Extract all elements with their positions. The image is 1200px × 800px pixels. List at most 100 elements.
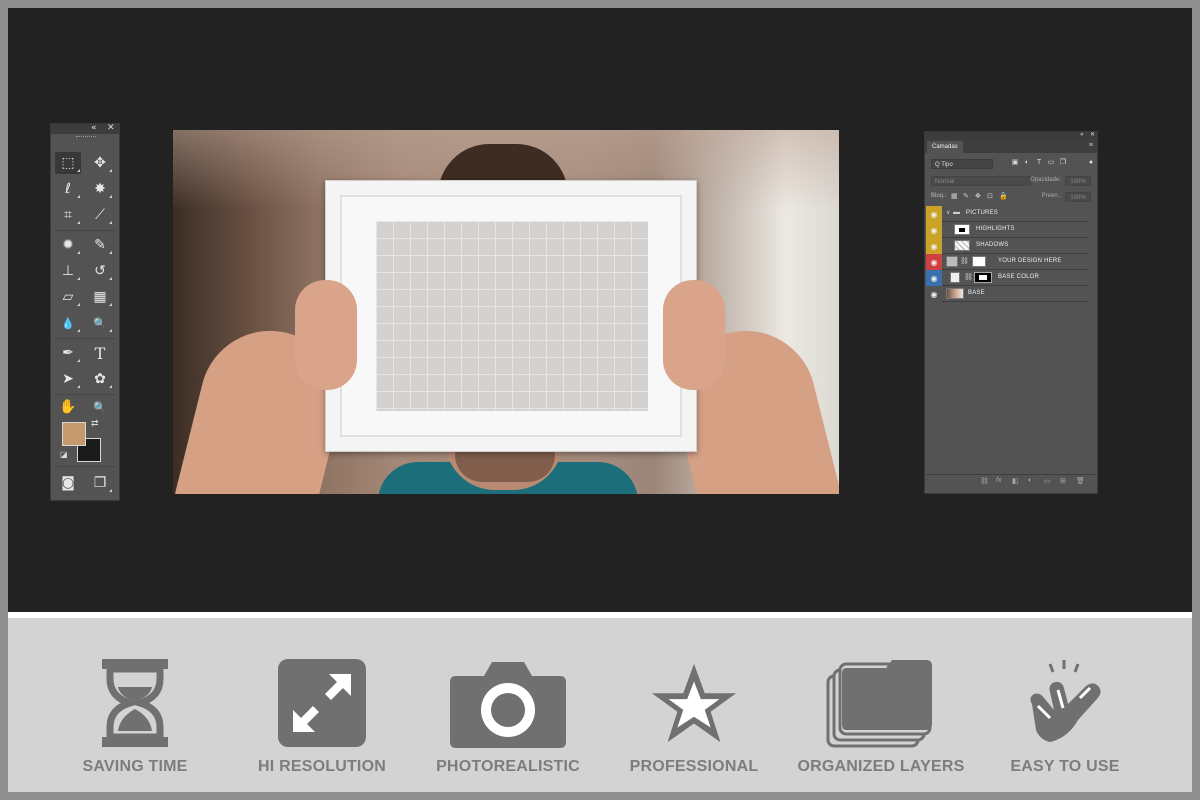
fill-input[interactable]: 100% [1065, 192, 1091, 202]
feature-label: PROFESSIONAL [629, 758, 759, 775]
feature-hi-resolution: HI RESOLUTION [237, 658, 407, 778]
close-icon[interactable]: ✕ [107, 123, 115, 133]
type-tool[interactable]: T [87, 342, 113, 364]
link-layers-icon[interactable]: ⛓ [980, 477, 989, 485]
foreground-color-swatch[interactable] [62, 422, 86, 446]
screen-mode-icon[interactable]: ❐ [87, 472, 113, 494]
tools-panel: « ✕ ⬚ ✥ ℓ ✸ ⌗ ⟋ ✹ ✎ ⊥ ↺ ▱ ▦ 💧 🔍 ✒ T ➤ ✿ … [50, 123, 120, 501]
layer-name: YOUR DESIGN HERE [998, 258, 1062, 264]
feature-label: ORGANIZED LAYERS [797, 758, 965, 775]
layer-row[interactable]: ◉ ⛓ YOUR DESIGN HERE [926, 254, 1088, 270]
history-brush-tool[interactable]: ↺ [87, 260, 113, 282]
layers-tab-bar: Camadas ≡ [925, 139, 1097, 153]
tap-hand-icon [1020, 658, 1110, 748]
features-strip: SAVING TIME HI RESOLUTION PHOTOREALISTIC [8, 618, 1192, 792]
move-tool[interactable]: ✥ [87, 152, 113, 174]
adjustment-filter-icon[interactable]: ◐ [1023, 159, 1031, 167]
feature-saving-time: SAVING TIME [50, 658, 220, 778]
lasso-tool[interactable]: ℓ [55, 178, 81, 200]
eraser-tool[interactable]: ▱ [55, 286, 81, 308]
layer-name: HIGHLIGHTS [976, 226, 1015, 232]
feature-label: EASY TO USE [1010, 758, 1120, 775]
collapse-icon[interactable]: « [1080, 131, 1084, 138]
swap-colors-icon[interactable]: ⇄ [91, 418, 99, 429]
dodge-tool[interactable]: 🔍 [87, 312, 113, 334]
photo-right-hand [663, 280, 725, 390]
layer-thumbnail [946, 288, 964, 299]
lock-artboard-icon[interactable]: ⊡ [987, 192, 993, 200]
tools-panel-header: « ✕ [51, 123, 119, 134]
blur-tool[interactable]: 💧 [55, 312, 81, 334]
kind-filter-select[interactable]: Q Tipo [931, 159, 993, 169]
panel-grip[interactable] [51, 134, 119, 140]
adjustment-layer-icon[interactable]: ◐ [1028, 477, 1032, 484]
spot-healing-tool[interactable]: ✹ [55, 234, 81, 256]
delete-layer-icon[interactable]: 🗑 [1076, 477, 1085, 485]
visibility-eye-icon[interactable]: ◉ [926, 254, 942, 270]
crop-tool[interactable]: ⌗ [55, 204, 81, 226]
feature-label: PHOTOREALISTIC [436, 758, 580, 775]
lock-transparent-icon[interactable]: ▦ [951, 192, 958, 200]
new-group-icon[interactable]: ▭ [1044, 477, 1051, 485]
quick-mask-icon[interactable]: ◙ [55, 472, 81, 494]
hourglass-icon [90, 658, 180, 748]
chevron-down-icon[interactable]: ∨ [946, 209, 950, 216]
hand-tool[interactable]: ✋ [55, 396, 81, 418]
path-selection-tool[interactable]: ➤ [55, 368, 81, 390]
visibility-eye-icon[interactable]: ◉ [926, 286, 942, 302]
blend-mode-select[interactable]: Normal [931, 176, 1031, 186]
shape-filter-icon[interactable]: ▭ [1047, 159, 1055, 167]
layer-row[interactable]: ◉ BASE [926, 286, 1088, 302]
visibility-eye-icon[interactable]: ◉ [926, 222, 942, 238]
smart-object-filter-icon[interactable]: ❐ [1059, 159, 1067, 167]
folder-icon: ▬ [953, 209, 960, 216]
layer-row[interactable]: ◉ SHADOWS [926, 238, 1088, 254]
visibility-eye-icon[interactable]: ◉ [926, 238, 942, 254]
layer-row[interactable]: ◉ ∨ ▬ PICTURES [926, 206, 1088, 222]
pixel-filter-icon[interactable]: ▣ [1011, 159, 1019, 167]
lock-pixels-icon[interactable]: ✎ [963, 192, 969, 200]
layer-mask-thumbnail [972, 256, 986, 267]
rectangular-marquee-tool[interactable]: ⬚ [55, 152, 81, 174]
new-layer-icon[interactable]: ⊞ [1060, 477, 1066, 485]
clone-stamp-tool[interactable]: ⊥ [55, 260, 81, 282]
filter-row: Q Tipo ▣ ◐ T ▭ ❐ ● [929, 157, 1093, 169]
zoom-tool[interactable]: 🔍 [87, 396, 113, 418]
default-colors-icon[interactable]: ◪ [60, 450, 68, 459]
opacity-label: Opacidade: [1030, 177, 1061, 183]
opacity-input[interactable]: 100% [1065, 176, 1091, 186]
tab-layers[interactable]: Camadas [927, 141, 963, 153]
close-icon[interactable]: ✕ [1090, 131, 1095, 138]
expand-icon [277, 658, 367, 748]
layer-thumbnail [954, 240, 970, 251]
layer-row[interactable]: ◉ HIGHLIGHTS [926, 222, 1088, 238]
pen-tool[interactable]: ✒ [55, 342, 81, 364]
brush-tool[interactable]: ✎ [87, 234, 113, 256]
magic-wand-tool[interactable]: ✸ [87, 178, 113, 200]
visibility-eye-icon[interactable]: ◉ [926, 206, 942, 222]
feature-photorealistic: PHOTOREALISTIC [423, 658, 593, 778]
type-filter-icon[interactable]: T [1035, 159, 1043, 167]
link-icon: ⛓ [960, 258, 969, 265]
eyedropper-tool[interactable]: ⟋ [87, 204, 113, 226]
tool-separator [55, 466, 115, 467]
feature-label: HI RESOLUTION [258, 758, 386, 775]
canvas-photo[interactable] [173, 130, 839, 494]
add-mask-icon[interactable]: ◧ [1012, 477, 1019, 485]
panel-menu-icon[interactable]: ≡ [1089, 142, 1093, 149]
layer-row[interactable]: ◉ ⛓ BASE COLOR [926, 270, 1088, 286]
lock-all-icon[interactable]: 🔒 [999, 192, 1008, 200]
layer-thumbnail [950, 272, 960, 283]
visibility-eye-icon[interactable]: ◉ [926, 270, 942, 286]
filter-toggle-icon[interactable]: ● [1087, 159, 1095, 167]
layer-name: PICTURES [966, 210, 998, 216]
layer-style-icon[interactable]: fx [996, 477, 1001, 484]
lock-position-icon[interactable]: ✥ [975, 192, 981, 200]
custom-shape-tool[interactable]: ✿ [87, 368, 113, 390]
camera-icon [448, 658, 568, 748]
photo-left-hand [295, 280, 357, 390]
gradient-tool[interactable]: ▦ [87, 286, 113, 308]
layers-panel: « ✕ Camadas ≡ Q Tipo ▣ ◐ T ▭ ❐ ● Normal … [924, 131, 1098, 494]
collapse-icon[interactable]: « [91, 123, 97, 133]
layer-name: BASE COLOR [998, 274, 1040, 280]
